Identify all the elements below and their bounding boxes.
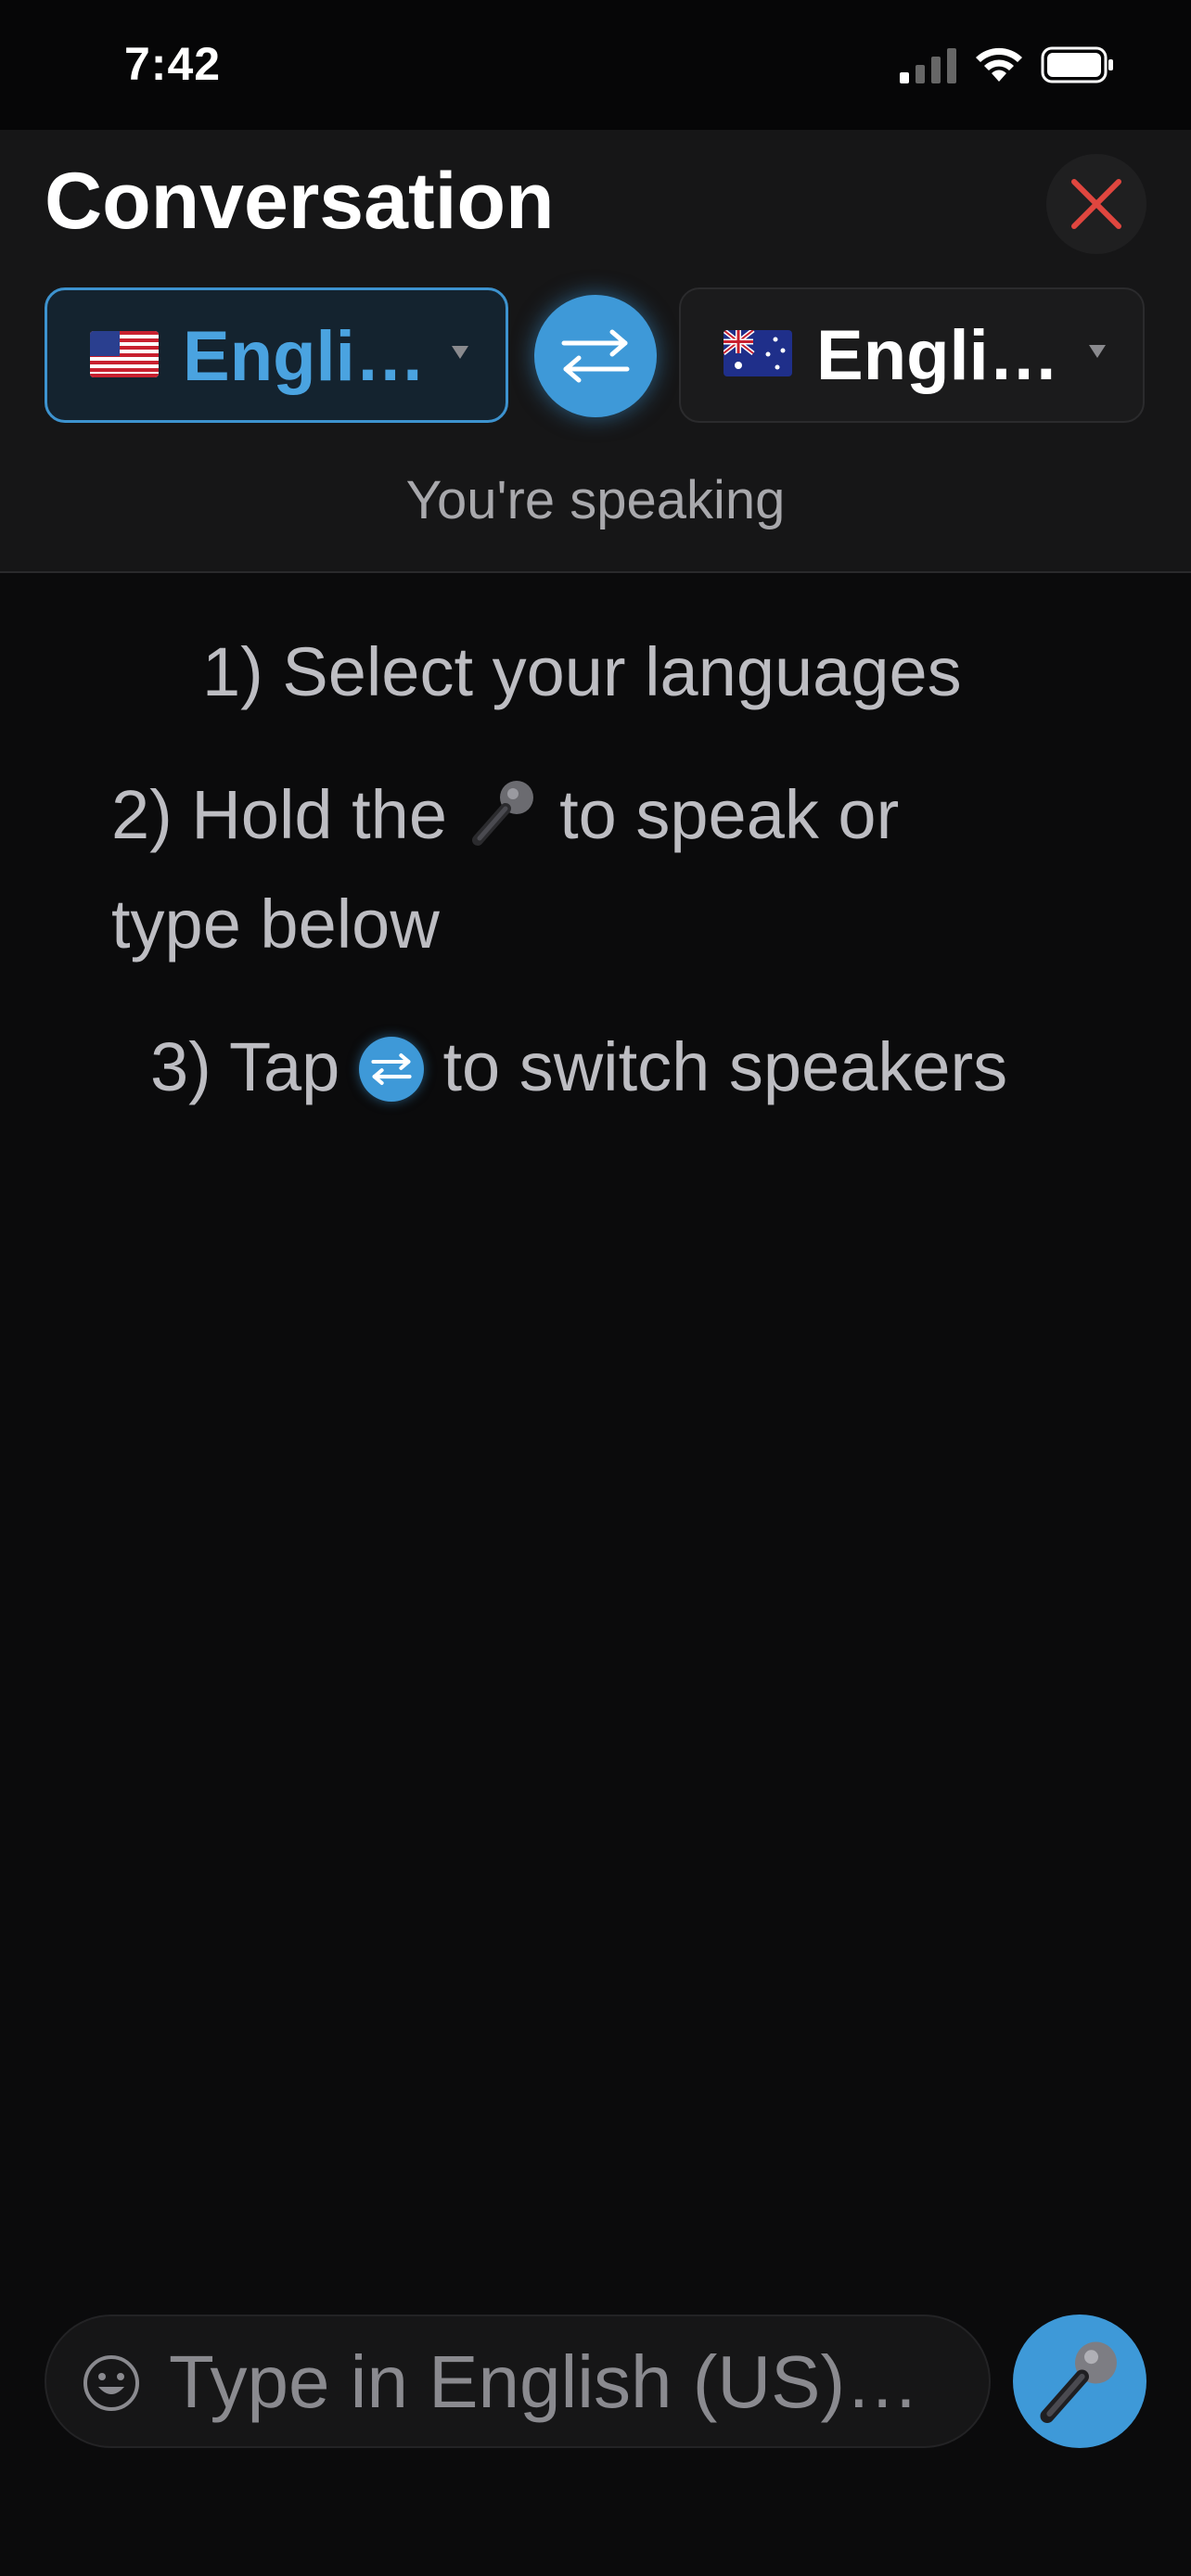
status-bar: 7:42 <box>0 0 1191 130</box>
close-icon <box>1071 179 1121 229</box>
instruction-step-1: 1) Select your languages <box>202 633 962 710</box>
speaking-indicator: You're speaking <box>405 470 786 530</box>
status-time: 7:42 <box>124 38 222 90</box>
page-title: Conversation <box>45 157 555 246</box>
target-language-selector[interactable]: Engli… <box>679 287 1145 423</box>
swap-arrows-icon <box>358 1037 424 1102</box>
target-language-label: Engli… <box>816 316 1059 395</box>
instruction-step-3: 3) Tap to switch speakers <box>150 1027 1007 1106</box>
instruction-step-3-text-cont: to switch speakers <box>442 1028 1008 1105</box>
instruction-step-2-text-cont: to speak or <box>559 776 900 853</box>
message-input[interactable] <box>167 2339 968 2426</box>
swap-arrows-icon <box>561 329 630 383</box>
battery-icon <box>1041 46 1113 83</box>
instruction-step-3-text: 3) Tap <box>150 1028 340 1105</box>
source-language-selector[interactable]: Engli… <box>45 287 508 423</box>
swap-speakers-button[interactable] <box>534 295 657 417</box>
message-input-bar[interactable] <box>45 2315 991 2448</box>
emoji-icon[interactable] <box>82 2353 141 2413</box>
microphone-icon <box>471 781 533 846</box>
instruction-step-2-line-2: type below <box>111 886 440 963</box>
instruction-step-2: 2) Hold the to speak or <box>111 775 899 854</box>
wifi-icon <box>976 47 1022 82</box>
close-button[interactable] <box>1046 154 1146 254</box>
au-flag-icon <box>724 330 792 376</box>
instruction-step-2-text: 2) Hold the <box>111 776 447 853</box>
cellular-signal-icon <box>900 48 956 83</box>
microphone-icon <box>1040 2341 1117 2423</box>
chevron-down-icon <box>452 346 468 359</box>
microphone-button[interactable] <box>1013 2315 1146 2448</box>
us-flag-icon <box>90 331 159 377</box>
chevron-down-icon <box>1089 345 1106 358</box>
source-language-label: Engli… <box>183 317 426 396</box>
